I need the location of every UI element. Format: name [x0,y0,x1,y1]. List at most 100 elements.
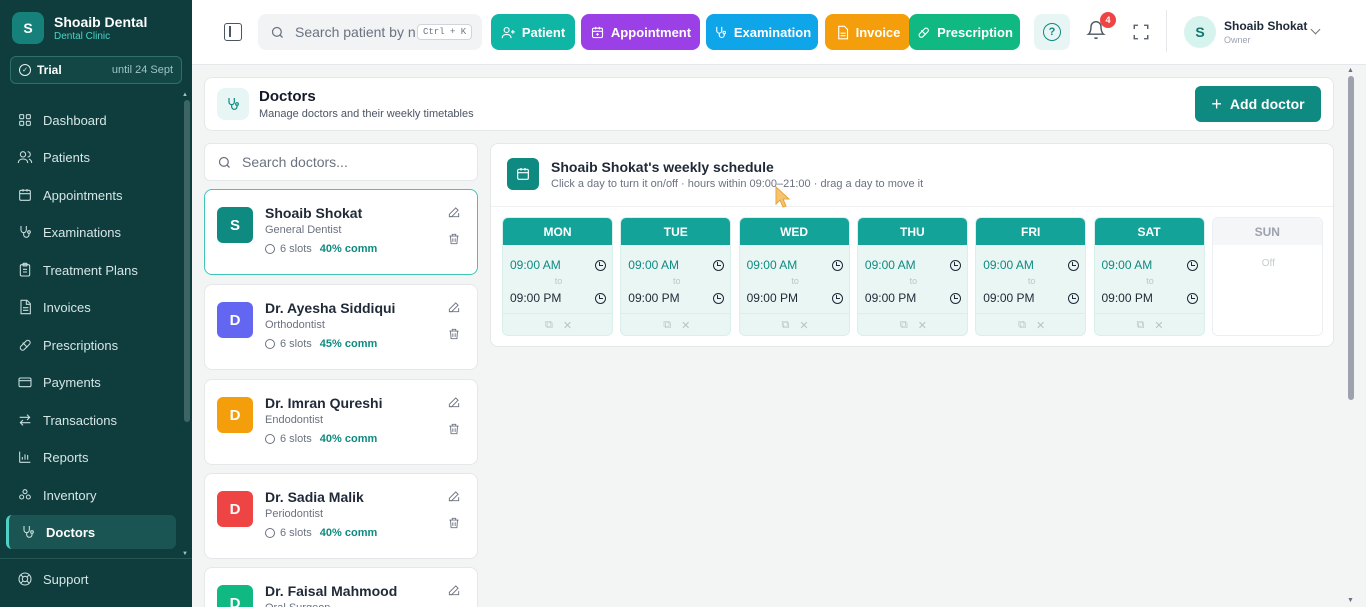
sidebar-item-appointments[interactable]: Appointments [6,178,176,212]
quick-invoice-button[interactable]: Invoice [825,14,910,50]
start-time-input[interactable]: 09:00 AM [747,257,843,273]
sidebar-item-dashboard[interactable]: Dashboard [6,103,176,137]
user-role: Owner [1224,35,1251,45]
day-fri[interactable]: FRI 09:00 AM to 09:00 PM ⧉ ✕ [975,217,1087,336]
quick-patient-button[interactable]: Patient [491,14,575,50]
doctor-name: Dr. Imran Qureshi [265,395,383,411]
sidebar-scrollbar[interactable] [184,100,190,422]
edit-icon[interactable] [447,583,461,597]
sidebar-item-treatment-plans[interactable]: Treatment Plans [6,253,176,287]
clock-icon [949,292,961,304]
day-sat[interactable]: SAT 09:00 AM to 09:00 PM ⧉ ✕ [1093,217,1205,336]
close-icon[interactable]: ✕ [799,319,808,332]
trash-icon[interactable] [447,232,461,246]
sidebar-item-label: Examinations [43,224,122,240]
sidebar-item-inventory[interactable]: Inventory [6,478,176,512]
quick-examination-button[interactable]: Examination [706,14,818,50]
start-time-input[interactable]: 09:00 AM [1102,257,1198,273]
edit-icon[interactable] [447,205,461,219]
brand-subtitle: Dental Clinic [54,31,111,42]
quick-prescription-button[interactable]: Prescription [909,14,1020,50]
brand[interactable]: S Shoaib Dental Dental Clinic [12,12,147,44]
doctor-card[interactable]: S Shoaib Shokat General Dentist 6 slots 40% … [204,189,478,275]
edit-icon[interactable] [447,489,461,503]
stethoscope-icon [217,88,249,120]
end-time-input[interactable]: 09:00 PM [983,290,1080,306]
sidebar-item-prescriptions[interactable]: Prescriptions [6,328,176,362]
copy-icon[interactable]: ⧉ [545,319,553,332]
appointment-icon [591,26,603,38]
doctor-name: Dr. Ayesha Siddiqui [265,300,396,316]
sidebar-item-invoices[interactable]: Invoices [6,290,176,324]
schedule-title: Shoaib Shokat's weekly schedule [551,159,774,175]
sidebar-item-reports[interactable]: Reports [6,440,176,474]
scroll-down-arrow[interactable]: ▼ [182,551,188,557]
sidebar-item-payments[interactable]: Payments [6,365,176,399]
edit-icon[interactable] [447,395,461,409]
doctor-meta: 6 slots 40% comm [265,243,377,255]
start-time-input[interactable]: 09:00 AM [628,257,725,273]
start-time-input[interactable]: 09:00 AM [510,257,606,273]
day-tue[interactable]: TUE 09:00 AM to 09:00 PM ⧉ ✕ [620,217,732,336]
doctor-search[interactable] [204,143,478,181]
start-time-input[interactable]: 09:00 AM [983,257,1080,273]
edit-icon[interactable] [447,300,461,314]
end-time: 09:00 PM [510,291,562,305]
doctor-card[interactable]: DDr. Faisal MahmoodOral Surgeon6 slots40… [204,567,478,607]
start-time-input[interactable]: 09:00 AM [865,257,961,273]
fullscreen-button[interactable] [1132,23,1150,41]
end-time-input[interactable]: 09:00 PM [510,290,606,306]
page-title: Doctors [259,88,316,105]
trash-icon[interactable] [447,327,461,341]
copy-icon[interactable]: ⧉ [782,319,790,332]
page-header: Doctors Manage doctors and their weekly … [204,77,1334,131]
to-label: to [673,276,681,286]
add-doctor-button[interactable]: + Add doctor [1195,86,1321,122]
doctor-search-input[interactable] [242,154,462,170]
arrows-icon [16,412,33,429]
close-icon[interactable]: ✕ [1154,319,1163,332]
end-time-input[interactable]: 09:00 PM [628,290,725,306]
patient-search[interactable]: Ctrl + K [258,14,482,50]
chevron-down-icon[interactable] [1310,24,1321,35]
copy-icon[interactable]: ⧉ [1136,319,1144,332]
sidebar-toggle-icon[interactable] [224,23,242,41]
trash-icon[interactable] [447,516,461,530]
close-icon[interactable]: ✕ [681,319,690,332]
avatar: D [217,491,253,527]
end-time-input[interactable]: 09:00 PM [1102,290,1198,306]
doctor-card[interactable]: D Dr. Ayesha Siddiqui Orthodontist 6 slots 4… [204,284,478,370]
copy-icon[interactable]: ⧉ [900,319,908,332]
end-time-input[interactable]: 09:00 PM [747,290,843,306]
copy-icon[interactable]: ⧉ [1018,319,1026,332]
user-menu[interactable]: S Shoaib Shokat Owner [1184,16,1307,48]
page-scrollbar[interactable] [1348,76,1354,400]
patient-search-input[interactable] [295,24,415,40]
scroll-up-arrow[interactable]: ▲ [182,92,188,98]
to-label: to [791,276,799,286]
avatar: D [217,397,253,433]
sidebar-item-transactions[interactable]: Transactions [6,403,176,437]
close-icon[interactable]: ✕ [563,319,572,332]
scroll-up-arrow[interactable]: ▲ [1347,67,1354,74]
help-button[interactable]: ? [1034,14,1070,50]
close-icon[interactable]: ✕ [1036,319,1045,332]
close-icon[interactable]: ✕ [918,319,927,332]
day-sun[interactable]: SUN Off [1211,217,1323,336]
copy-icon[interactable]: ⧉ [663,319,671,332]
end-time-input[interactable]: 09:00 PM [865,290,961,306]
sidebar-item-doctors[interactable]: Doctors [6,515,176,549]
doctor-card[interactable]: D Dr. Sadia Malik Periodontist 6 slots 40% c… [204,473,478,559]
sidebar-item-patients[interactable]: Patients [6,140,176,174]
day-mon[interactable]: MON 09:00 AM to 09:00 PM ⧉ ✕ [502,217,613,336]
doctor-card[interactable]: D Dr. Imran Qureshi Endodontist 6 slots 40% … [204,379,478,465]
quick-appointment-button[interactable]: Appointment [581,14,700,50]
sidebar-item-support[interactable]: Support [6,562,176,596]
day-wed[interactable]: WED 09:00 AM to 09:00 PM ⧉ ✕ [738,217,850,336]
scroll-down-arrow[interactable]: ▼ [1347,597,1354,604]
trash-icon[interactable] [447,422,461,436]
sidebar-item-examinations[interactable]: Examinations [6,215,176,249]
day-thu[interactable]: THU 09:00 AM to 09:00 PM ⧉ ✕ [856,217,968,336]
doctor-name: Dr. Faisal Mahmood [265,583,398,599]
trial-badge[interactable]: ✓ Trial until 24 Sept [10,56,182,84]
